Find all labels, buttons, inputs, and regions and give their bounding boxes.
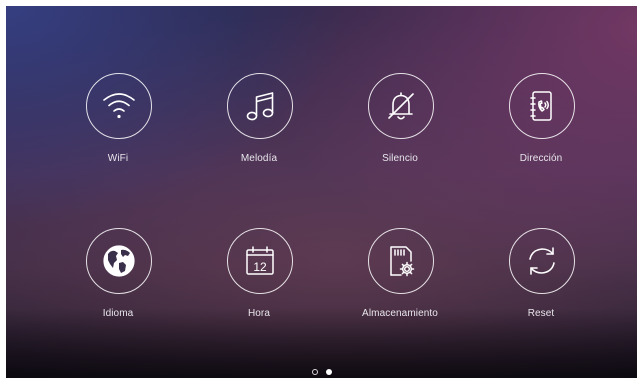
address-label: Dirección <box>519 153 563 164</box>
address-book-icon <box>530 91 552 121</box>
sd-card-settings-icon <box>390 246 415 277</box>
silence-button[interactable] <box>368 73 434 139</box>
silence-label: Silencio <box>382 153 418 164</box>
melody-label: Melodía <box>240 153 278 164</box>
reset-tile[interactable]: Reset <box>486 228 596 338</box>
storage-button[interactable] <box>368 228 434 294</box>
language-label: Idioma <box>102 308 134 319</box>
reset-button[interactable] <box>509 228 575 294</box>
melody-tile[interactable]: Melodía <box>204 73 314 183</box>
globe-icon <box>103 245 135 277</box>
time-button[interactable]: 12 <box>227 228 293 294</box>
reset-label: Reset <box>527 308 555 319</box>
time-tile[interactable]: 12 Hora <box>204 228 314 338</box>
calendar-icon: 12 <box>246 246 274 275</box>
address-tile[interactable]: Dirección <box>486 73 596 183</box>
wifi-label: WiFi <box>107 153 129 164</box>
storage-tile[interactable]: Almacenamiento <box>345 228 455 338</box>
wifi-tile[interactable]: WiFi <box>63 73 173 183</box>
melody-button[interactable] <box>227 73 293 139</box>
storage-label: Almacenamiento <box>362 308 438 319</box>
wifi-button[interactable] <box>86 73 152 139</box>
page-dot-2-current[interactable] <box>325 369 332 375</box>
address-button[interactable] <box>509 73 575 139</box>
settings-screen: WiFi Melodía Silencio Dirección Idioma 1… <box>6 6 637 378</box>
language-button[interactable] <box>86 228 152 294</box>
language-tile[interactable]: Idioma <box>63 228 173 338</box>
time-label: Hora <box>247 308 271 319</box>
page-dot-1[interactable] <box>311 369 318 375</box>
refresh-icon <box>529 247 555 275</box>
wifi-icon <box>103 93 135 119</box>
music-note-icon <box>246 92 274 121</box>
calendar-day-text: 12 <box>253 260 267 274</box>
page-indicator <box>6 369 637 375</box>
silence-tile[interactable]: Silencio <box>345 73 455 183</box>
bell-muted-icon <box>388 92 414 120</box>
